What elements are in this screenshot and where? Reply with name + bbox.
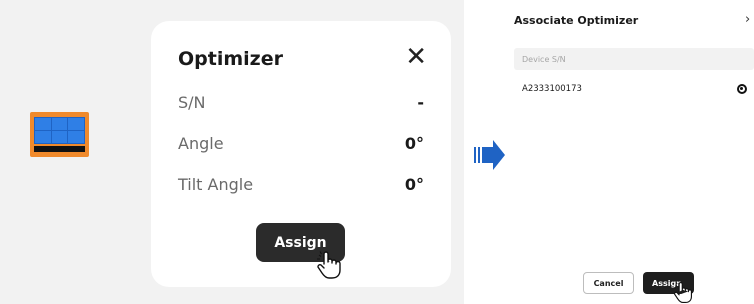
close-icon[interactable]: ✕ [405,44,427,70]
row-label: Tilt Angle [178,175,254,194]
close-chevron-icon[interactable]: › [745,12,750,27]
hand-pointer-icon [317,251,341,279]
row-angle: Angle 0° [178,134,424,153]
row-value: 0° [404,134,424,153]
row-label: Angle [178,134,224,153]
hand-pointer-icon [673,281,693,304]
solar-panel-icon[interactable] [30,112,89,157]
row-tilt-angle: Tilt Angle 0° [178,175,424,194]
row-sn: S/N - [178,93,424,112]
solar-panel-base [34,146,85,152]
optimizer-card: Optimizer ✕ S/N - Angle 0° Tilt Angle 0°… [151,21,451,287]
screen: Optimizer ✕ S/N - Angle 0° Tilt Angle 0°… [0,0,754,304]
dialog-title: Associate Optimizer [514,14,639,27]
row-value: 0° [404,175,424,194]
cancel-button[interactable]: Cancel [583,272,634,294]
row-value: - [417,93,424,112]
device-radio-selected[interactable] [737,84,747,94]
card-title: Optimizer [178,48,283,70]
row-label: S/N [178,93,206,112]
device-sn-search-input[interactable] [514,48,754,70]
right-arrow-icon [474,140,505,170]
device-list-item[interactable]: A2333100173 [522,84,582,94]
solar-cells [34,117,85,144]
